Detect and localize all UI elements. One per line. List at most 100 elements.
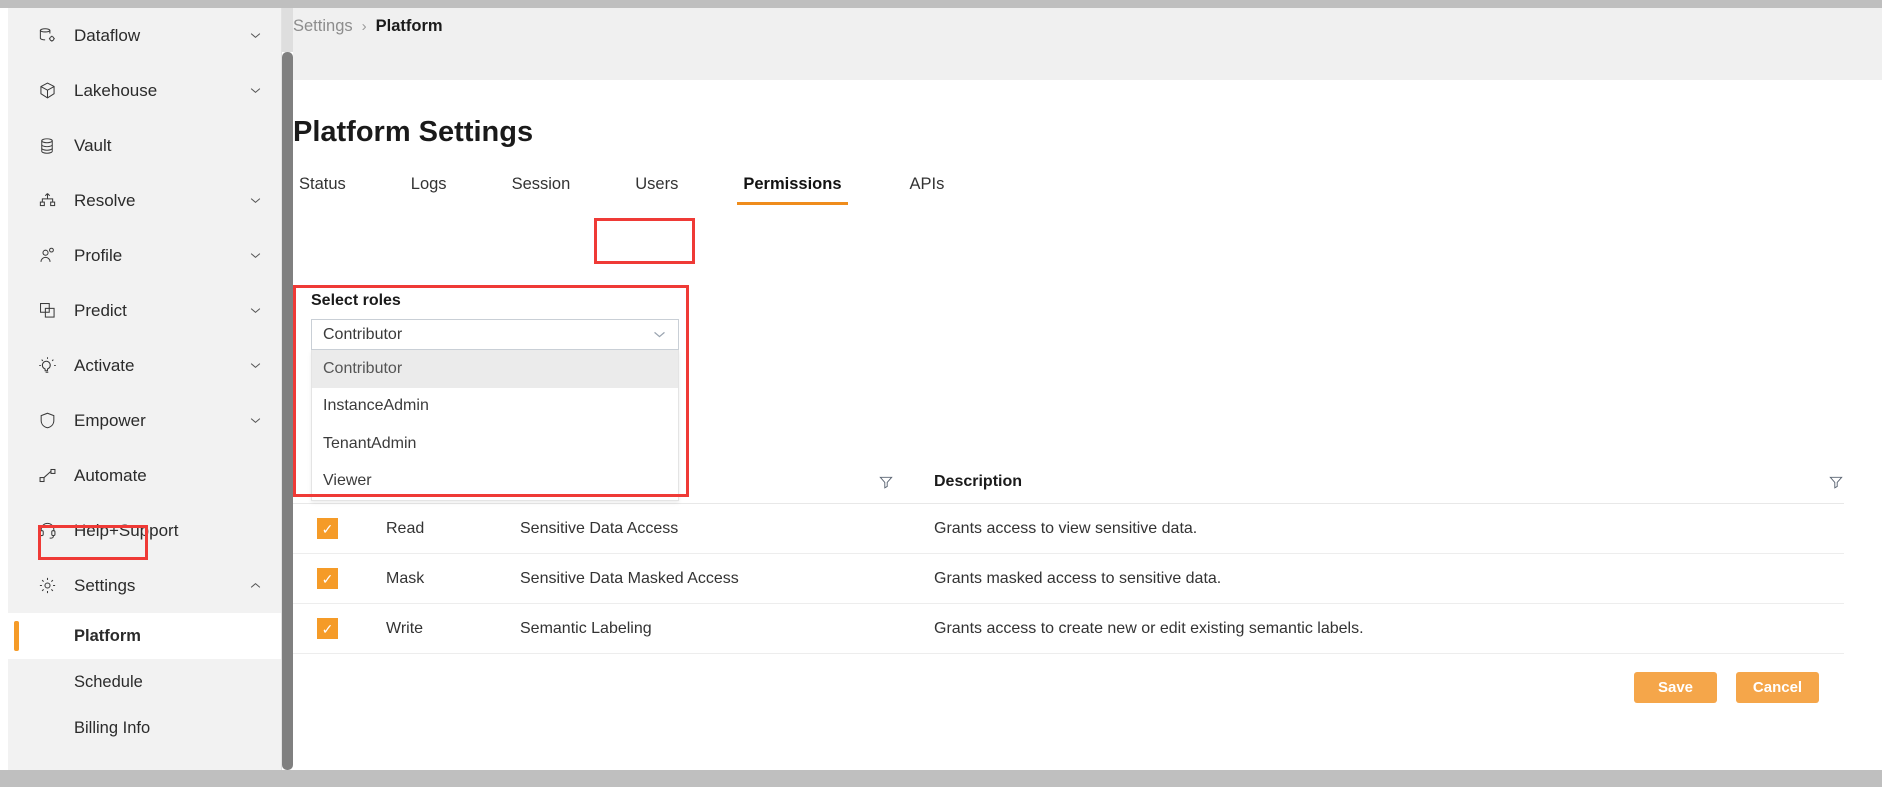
filter-icon[interactable]: [878, 474, 894, 490]
sidebar-item-label: Activate: [74, 356, 245, 376]
chevron-down-icon[interactable]: [245, 246, 265, 266]
sidebar-item-automate[interactable]: Automate: [8, 448, 281, 503]
chevron-down-icon[interactable]: [651, 326, 668, 343]
tab-status[interactable]: Status: [293, 175, 352, 205]
tab-permissions[interactable]: Permissions: [737, 175, 847, 205]
tab-bar: Status Logs Session Users Permissions: [293, 171, 1882, 205]
row-checkbox[interactable]: ✓: [317, 568, 338, 589]
tab-active-underline: [737, 202, 847, 205]
chevron-down-icon[interactable]: [245, 191, 265, 211]
cell-action: Read: [386, 520, 520, 538]
roles-option-instanceadmin[interactable]: InstanceAdmin: [312, 388, 678, 426]
roles-select-input[interactable]: Contributor: [311, 319, 679, 350]
sidebar-item-dataflow[interactable]: Dataflow: [8, 8, 281, 63]
vault-icon: [34, 134, 60, 158]
sidebar-item-label: Resolve: [74, 191, 245, 211]
sidebar-item-resolve[interactable]: Resolve: [8, 173, 281, 228]
activate-icon: [34, 354, 60, 378]
footer-actions: Save Cancel: [1634, 672, 1819, 703]
cell-description: Grants access to view sensitive data.: [934, 520, 1197, 538]
app-window: Dataflow Lakehouse: [0, 8, 1882, 770]
sidebar-item-label: Settings: [74, 576, 245, 596]
roles-option-contributor[interactable]: Contributor: [312, 350, 678, 388]
row-checkbox[interactable]: ✓: [317, 518, 338, 539]
tab-label: Permissions: [743, 175, 841, 193]
chevron-placeholder: [245, 136, 265, 156]
tab-logs[interactable]: Logs: [405, 175, 453, 205]
chevron-down-icon[interactable]: [245, 356, 265, 376]
sidebar-item-profile[interactable]: Profile: [8, 228, 281, 283]
sidebar-item-predict[interactable]: Predict: [8, 283, 281, 338]
sidebar-item-platform[interactable]: Platform: [8, 613, 281, 659]
tab-users[interactable]: Users: [629, 175, 684, 205]
chevron-up-icon[interactable]: [245, 576, 265, 596]
sidebar-item-label: Dataflow: [74, 26, 245, 46]
profile-icon: [34, 244, 60, 268]
content-panel: Platform Settings Status Logs Session Us…: [293, 80, 1882, 770]
settings-gear-icon: [34, 574, 60, 598]
automate-icon: [34, 464, 60, 488]
table-header-description: Description: [934, 473, 1022, 491]
check-icon: ✓: [322, 522, 334, 536]
table-row[interactable]: ✓ Write Semantic Labeling Grants access …: [293, 604, 1844, 654]
breadcrumb-current: Platform: [376, 17, 443, 36]
roles-option-label: Viewer: [323, 472, 372, 490]
highlight-box-permissions-tab: [594, 218, 695, 264]
cell-description: Grants access to create new or edit exis…: [934, 620, 1364, 638]
empower-icon: [34, 409, 60, 433]
save-button[interactable]: Save: [1634, 672, 1717, 703]
dataflow-icon: [34, 24, 60, 48]
table-row[interactable]: ✓ Mask Sensitive Data Masked Access Gran…: [293, 554, 1844, 604]
sidebar-item-label: Lakehouse: [74, 81, 245, 101]
breadcrumb-parent[interactable]: Settings: [293, 17, 353, 36]
tab-apis[interactable]: APIs: [904, 175, 951, 205]
sidebar-item-label: Help+Support: [74, 521, 245, 541]
sidebar-item-schedule[interactable]: Schedule: [8, 659, 281, 705]
chevron-down-icon[interactable]: [245, 411, 265, 431]
roles-selected-value: Contributor: [323, 326, 651, 344]
tab-label: Session: [512, 175, 571, 193]
roles-option-viewer[interactable]: Viewer: [312, 463, 678, 501]
page-title: Platform Settings: [293, 80, 1882, 149]
sidebar-item-billing-info[interactable]: Billing Info: [8, 705, 281, 751]
sidebar-nav: Dataflow Lakehouse: [8, 8, 282, 770]
sidebar-item-activate[interactable]: Activate: [8, 338, 281, 393]
sidebar-item-help-support[interactable]: Help+Support: [8, 503, 281, 558]
chevron-down-icon[interactable]: [245, 301, 265, 321]
cell-permission: Sensitive Data Masked Access: [520, 570, 906, 588]
predict-icon: [34, 299, 60, 323]
row-checkbox[interactable]: ✓: [317, 618, 338, 639]
tab-session[interactable]: Session: [506, 175, 577, 205]
check-icon: ✓: [322, 622, 334, 636]
sidebar-subitem-label: Schedule: [74, 673, 143, 692]
chevron-down-icon[interactable]: [245, 81, 265, 101]
check-icon: ✓: [322, 572, 334, 586]
sidebar-item-label: Automate: [74, 466, 245, 486]
sidebar-item-label: Profile: [74, 246, 245, 266]
table-row[interactable]: ✓ Read Sensitive Data Access Grants acce…: [293, 504, 1844, 554]
sidebar-item-label: Empower: [74, 411, 245, 431]
tab-label: Users: [635, 175, 678, 193]
sidebar-item-lakehouse[interactable]: Lakehouse: [8, 63, 281, 118]
cell-permission: Semantic Labeling: [520, 620, 906, 638]
sidebar-subitem-label: Billing Info: [74, 719, 150, 738]
tab-label: Status: [299, 175, 346, 193]
select-roles-label: Select roles: [302, 292, 688, 310]
roles-option-tenantadmin[interactable]: TenantAdmin: [312, 425, 678, 463]
chevron-placeholder: [245, 466, 265, 486]
cell-description: Grants masked access to sensitive data.: [934, 570, 1221, 588]
select-roles-panel: Select roles Contributor Contributor Ins…: [302, 292, 688, 501]
cell-action: Mask: [386, 570, 520, 588]
sidebar-scrollbar-thumb[interactable]: [282, 52, 293, 770]
lakehouse-icon: [34, 79, 60, 103]
sidebar-item-empower[interactable]: Empower: [8, 393, 281, 448]
chevron-down-icon[interactable]: [245, 26, 265, 46]
breadcrumb: Settings › Platform: [293, 17, 443, 36]
filter-icon[interactable]: [1828, 474, 1844, 490]
sidebar-item-vault[interactable]: Vault: [8, 118, 281, 173]
sidebar-item-settings[interactable]: Settings: [8, 558, 281, 613]
sidebar-item-label: Vault: [74, 136, 245, 156]
cancel-button[interactable]: Cancel: [1736, 672, 1819, 703]
help-support-icon: [34, 519, 60, 543]
breadcrumb-bar: Settings › Platform: [293, 8, 1882, 80]
